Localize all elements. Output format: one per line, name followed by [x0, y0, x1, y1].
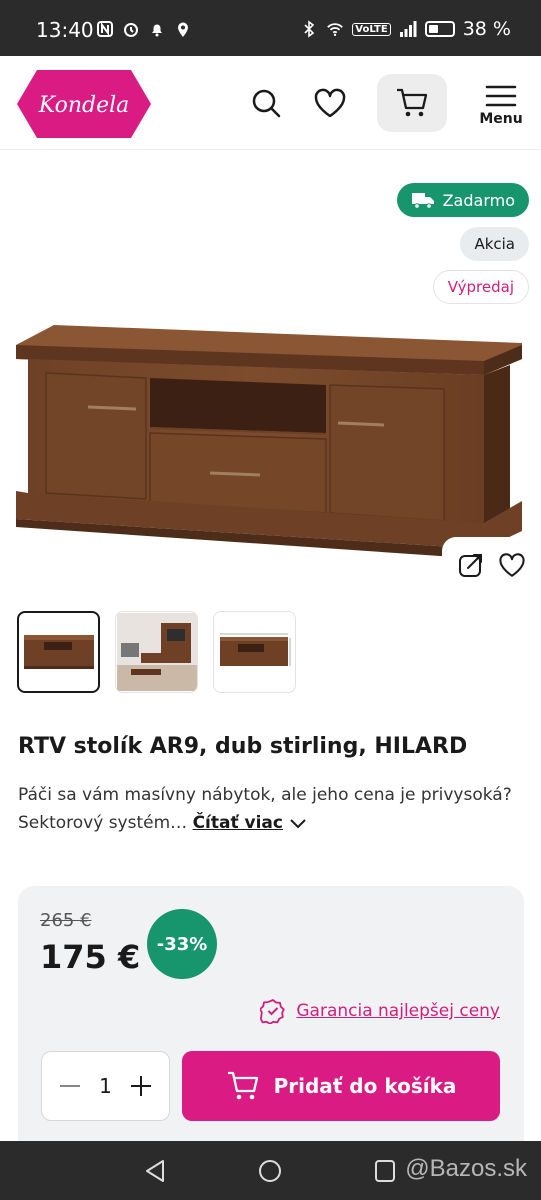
- cart-icon: [397, 88, 428, 117]
- status-notification-icons: [96, 20, 192, 38]
- battery-icon: [424, 21, 455, 37]
- minus-icon[interactable]: [58, 1074, 82, 1098]
- image-actions: [442, 537, 541, 593]
- thumbnail-strip: [17, 611, 296, 693]
- discount-badge: -33%: [147, 909, 217, 979]
- seal-check-icon: [260, 999, 286, 1024]
- old-price: 265 €: [40, 910, 92, 931]
- guarantee-label: Garancia najlepšej ceny: [296, 1001, 500, 1021]
- truck-icon: [411, 193, 434, 209]
- system-nav-bar: @Bazos.sk: [0, 1141, 541, 1200]
- current-price: 175 €: [40, 938, 141, 976]
- product-image: [16, 325, 522, 559]
- thumbnail-room[interactable]: [115, 611, 198, 693]
- cart-button[interactable]: [377, 74, 447, 132]
- alarm-icon: [124, 23, 138, 37]
- product-gallery[interactable]: Zadarmo Akcia Výpredaj: [0, 151, 541, 596]
- free-shipping-label: Zadarmo: [442, 190, 515, 210]
- thumbnail-front[interactable]: [17, 611, 100, 693]
- watermark: @Bazos.sk: [405, 1155, 527, 1182]
- quantity-stepper: 1: [41, 1051, 170, 1121]
- nfc-icon: [97, 21, 113, 37]
- thumbnail-dimensions[interactable]: [213, 611, 296, 693]
- favorites-button[interactable]: [308, 81, 352, 125]
- battery-percent: 38 %: [462, 18, 511, 40]
- free-shipping-badge: Zadarmo: [396, 183, 529, 217]
- status-bar: 13:40 VoLTE 38 %: [0, 0, 541, 56]
- wifi-icon: [327, 23, 344, 37]
- product-title: RTV stolík AR9, dub stirling, HILARD: [18, 734, 468, 759]
- svg-text:Kondela: Kondela: [38, 93, 130, 118]
- kondela-logo[interactable]: Kondela: [17, 68, 151, 140]
- product-description: Páči sa vám masívny nábytok, ale jeho ce…: [18, 781, 523, 837]
- plus-icon[interactable]: [129, 1074, 153, 1098]
- search-button[interactable]: [244, 81, 288, 125]
- read-more-link[interactable]: Čítať viac: [193, 813, 283, 833]
- bluetooth-icon: [304, 20, 315, 38]
- home-icon[interactable]: [258, 1159, 282, 1183]
- best-price-guarantee-link[interactable]: Garancia najlepšej ceny: [260, 998, 500, 1024]
- share-icon[interactable]: [457, 551, 485, 579]
- status-system-icons: VoLTE 38 %: [300, 18, 511, 40]
- status-time: 13:40: [36, 18, 94, 42]
- recents-icon[interactable]: [374, 1159, 396, 1183]
- hamburger-icon: [485, 85, 517, 106]
- heart-icon: [314, 88, 346, 118]
- menu-label: Menu: [479, 110, 523, 127]
- bell-icon: [152, 24, 162, 37]
- signal-icon: [399, 21, 417, 37]
- add-to-cart-button[interactable]: Pridať do košíka: [182, 1051, 500, 1121]
- chevron-down-icon[interactable]: [289, 817, 307, 829]
- cart-icon: [227, 1071, 258, 1100]
- search-icon: [252, 89, 281, 118]
- volte-indicator: VoLTE: [352, 22, 391, 36]
- site-header: Kondela Menu: [0, 56, 541, 150]
- menu-button[interactable]: Menu: [476, 78, 526, 132]
- location-icon: [178, 22, 188, 37]
- quantity-value[interactable]: 1: [99, 1074, 112, 1098]
- price-panel: 265 € 175 € -33% Garancia najlepšej ceny…: [18, 886, 524, 1146]
- favorite-product-icon[interactable]: [498, 552, 526, 578]
- back-icon[interactable]: [144, 1159, 166, 1183]
- sale-badge: Akcia: [460, 227, 529, 261]
- add-to-cart-label: Pridať do košíka: [273, 1074, 457, 1098]
- clearance-badge: Výpredaj: [432, 270, 529, 304]
